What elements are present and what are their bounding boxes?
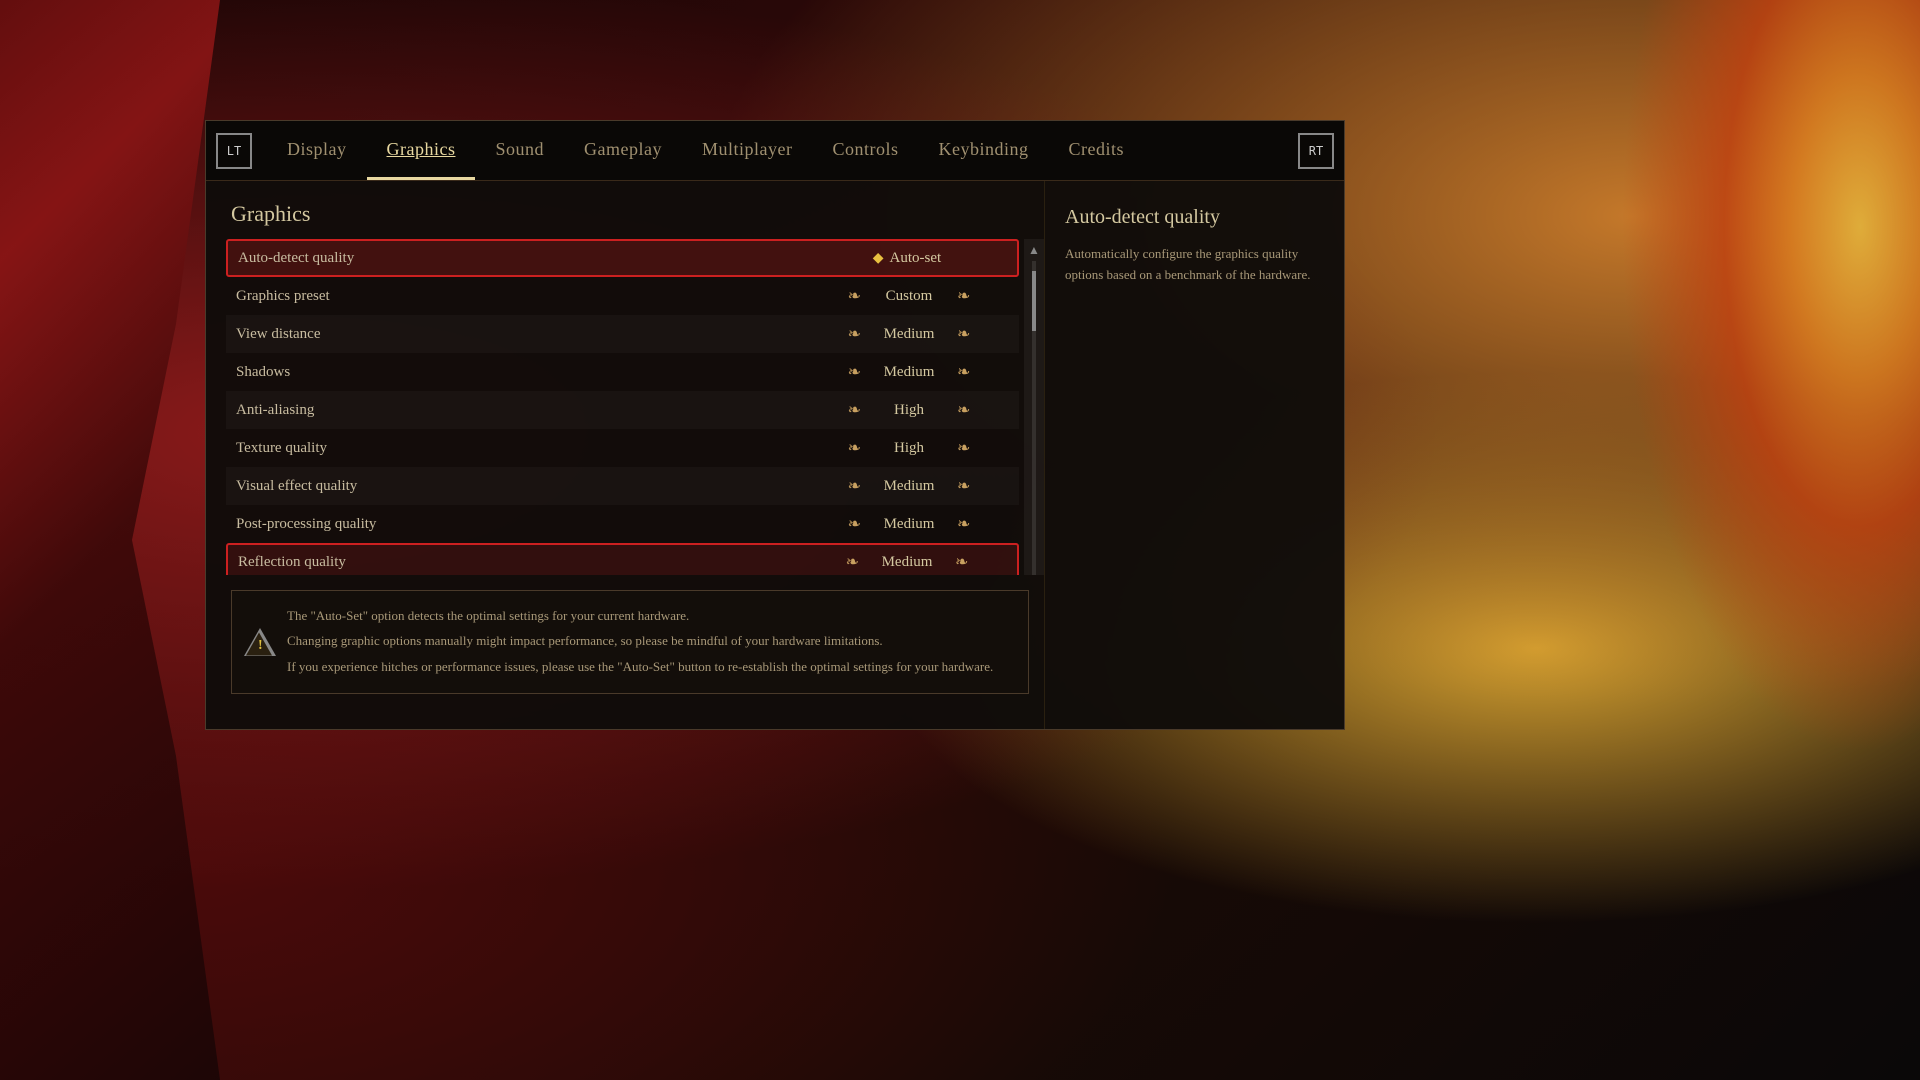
left-trigger-button[interactable]: LT [216,133,252,169]
arrow-right-icon[interactable]: ❧ [957,286,970,306]
content-area: Graphics Auto-detect quality ◆ Auto-set [206,181,1344,729]
scroll-track[interactable] [1032,261,1036,575]
setting-name-texture-quality: Texture quality [236,440,809,457]
left-trigger-label: LT [227,144,241,158]
setting-control-texture-quality: ❧ High ❧ [809,438,1009,458]
tab-gameplay[interactable]: Gameplay [564,121,682,180]
right-trigger-button[interactable]: RT [1298,133,1334,169]
auto-set-value: ◆ Auto-set [873,250,941,267]
setting-control-post-processing: ❧ Medium ❧ [809,514,1009,534]
arrow-left-anti-aliasing-icon[interactable]: ❧ [848,400,861,420]
arrow-right-anti-aliasing-icon[interactable]: ❧ [957,400,970,420]
arrow-left-texture-quality-icon[interactable]: ❧ [848,438,861,458]
tab-display[interactable]: Display [267,121,367,180]
setting-control-visual-effect: ❧ Medium ❧ [809,476,1009,496]
arrow-left-post-processing-icon[interactable]: ❧ [848,514,861,534]
warning-exclaim-icon: ! [258,635,263,657]
setting-value-anti-aliasing: High [869,402,949,419]
left-panel: Graphics Auto-detect quality ◆ Auto-set [206,181,1044,729]
settings-with-scroll: Auto-detect quality ◆ Auto-set Graphics … [226,239,1044,575]
setting-row-graphics-preset[interactable]: Graphics preset ❧ Custom ❧ [226,277,1019,315]
settings-rows: Auto-detect quality ◆ Auto-set Graphics … [226,239,1019,575]
setting-row-view-distance[interactable]: View distance ❧ Medium ❧ [226,315,1019,353]
setting-control-shadows: ❧ Medium ❧ [809,362,1009,382]
setting-value-visual-effect: Medium [869,478,949,495]
tab-graphics[interactable]: Graphics [367,121,476,180]
arrow-right-visual-effect-icon[interactable]: ❧ [957,476,970,496]
tab-keybinding[interactable]: Keybinding [918,121,1048,180]
setting-name-autodetect: Auto-detect quality [238,250,807,267]
setting-name-reflection-quality: Reflection quality [238,554,807,571]
setting-row-visual-effect[interactable]: Visual effect quality ❧ Medium ❧ [226,467,1019,505]
info-line-1: The "Auto-Set" option detects the optima… [287,606,1013,627]
diamond-icon: ◆ [873,250,884,267]
tab-multiplayer[interactable]: Multiplayer [682,121,812,180]
arrow-right-reflection-quality-icon[interactable]: ❧ [955,552,968,572]
right-trigger-label: RT [1309,144,1323,158]
setting-control-graphics-preset: ❧ Custom ❧ [809,286,1009,306]
arrow-left-icon[interactable]: ❧ [848,286,861,306]
section-title: Graphics [226,201,1044,227]
arrow-left-visual-effect-icon[interactable]: ❧ [848,476,861,496]
scroll-thumb[interactable] [1032,271,1036,331]
setting-row-texture-quality[interactable]: Texture quality ❧ High ❧ [226,429,1019,467]
setting-control-view-distance: ❧ Medium ❧ [809,324,1009,344]
settings-list: Auto-detect quality ◆ Auto-set Graphics … [226,239,1044,575]
setting-name-view-distance: View distance [236,326,809,343]
detail-title: Auto-detect quality [1065,206,1324,229]
tab-sound[interactable]: Sound [475,121,564,180]
setting-value-view-distance: Medium [869,326,949,343]
tab-bar: LT Display Graphics Sound Gameplay Multi… [206,121,1344,181]
right-panel: Auto-detect quality Automatically config… [1044,181,1344,729]
arrow-right-texture-quality-icon[interactable]: ❧ [957,438,970,458]
info-box: ! The "Auto-Set" option detects the opti… [231,590,1029,694]
setting-row-shadows[interactable]: Shadows ❧ Medium ❧ [226,353,1019,391]
tab-credits[interactable]: Credits [1048,121,1144,180]
setting-row-reflection-quality[interactable]: Reflection quality ❧ Medium ❧ [226,543,1019,575]
setting-name-post-processing: Post-processing quality [236,516,809,533]
setting-value-post-processing: Medium [869,516,949,533]
detail-description: Automatically configure the graphics qua… [1065,244,1324,286]
setting-control-anti-aliasing: ❧ High ❧ [809,400,1009,420]
setting-value-reflection-quality: Medium [867,554,947,571]
setting-control-reflection-quality: ❧ Medium ❧ [807,552,1007,572]
arrow-left-view-distance-icon[interactable]: ❧ [848,324,861,344]
setting-value-texture-quality: High [869,440,949,457]
settings-modal: LT Display Graphics Sound Gameplay Multi… [205,120,1345,730]
arrow-right-view-distance-icon[interactable]: ❧ [957,324,970,344]
setting-row-anti-aliasing[interactable]: Anti-aliasing ❧ High ❧ [226,391,1019,429]
info-line-3: If you experience hitches or performance… [287,657,1013,678]
arrow-left-reflection-quality-icon[interactable]: ❧ [846,552,859,572]
setting-row-autodetect[interactable]: Auto-detect quality ◆ Auto-set [226,239,1019,277]
info-line-2: Changing graphic options manually might … [287,631,1013,652]
setting-name-visual-effect: Visual effect quality [236,478,809,495]
scroll-up-arrow[interactable]: ▲ [1028,244,1040,256]
autoset-value-label: Auto-set [890,250,942,267]
setting-name-shadows: Shadows [236,364,809,381]
scrollbar[interactable]: ▲ ▼ [1024,239,1044,575]
arrow-right-shadows-icon[interactable]: ❧ [957,362,970,382]
setting-value-graphics-preset: Custom [869,288,949,305]
setting-control-autodetect: ◆ Auto-set [807,250,1007,267]
setting-value-shadows: Medium [869,364,949,381]
arrow-right-post-processing-icon[interactable]: ❧ [957,514,970,534]
setting-row-post-processing[interactable]: Post-processing quality ❧ Medium ❧ [226,505,1019,543]
arrow-left-shadows-icon[interactable]: ❧ [848,362,861,382]
tab-controls[interactable]: Controls [812,121,918,180]
bg-right-wing [1620,0,1920,756]
setting-name-graphics-preset: Graphics preset [236,288,809,305]
setting-name-anti-aliasing: Anti-aliasing [236,402,809,419]
